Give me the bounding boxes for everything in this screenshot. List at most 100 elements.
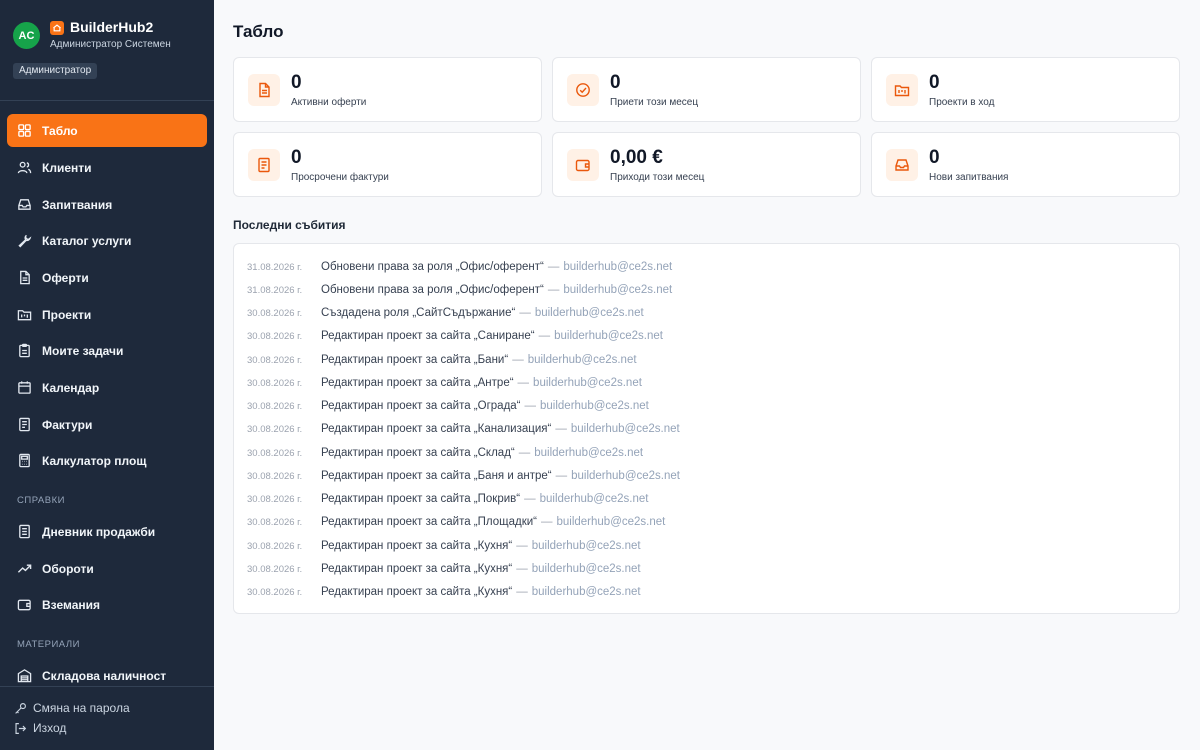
event-user: builderhub@ce2s.net <box>563 261 673 273</box>
stat-label: Приходи този месец <box>610 172 705 183</box>
stat-value: 0 <box>929 72 940 93</box>
event-date: 30.08.2026 г. <box>247 307 303 319</box>
event-text: Редактиран проект за сайта „Антре“ <box>321 377 514 389</box>
stat-value: 0 <box>929 147 940 168</box>
nav-item-dashboard[interactable]: Табло <box>7 114 207 147</box>
event-text: Редактиран проект за сайта „Склад“ <box>321 447 515 459</box>
event-row: 30.08.2026 г. Редактиран проект за сайта … <box>247 444 643 462</box>
sidebar-nav: Табло Клиенти Запитвания Каталог услуги … <box>0 100 214 686</box>
calendar-icon <box>18 381 31 394</box>
nav-label: Проекти <box>42 307 92 322</box>
event-separator: — <box>540 516 553 528</box>
event-separator: — <box>524 493 536 505</box>
event-text: Обновени права за роля „Офис/оферент“ <box>321 261 544 273</box>
event-separator: — <box>555 423 567 435</box>
user-role-subtitle: Администратор Системен <box>50 39 171 50</box>
nav-item-offers[interactable]: Оферти <box>7 261 207 294</box>
nav-label: Вземания <box>42 597 101 612</box>
event-user: builderhub@ce2s.net <box>571 470 680 482</box>
inbox-icon <box>18 199 31 210</box>
brand: AC BuilderHub2 Администратор Системен <box>12 18 202 58</box>
stat-value: 0 <box>291 147 302 168</box>
nav-item-sales-journal[interactable]: Дневник продажби <box>7 515 207 548</box>
folder-kanban-icon <box>17 310 32 321</box>
event-separator: — <box>516 563 528 575</box>
event-row: 30.08.2026 г. Редактиран проект за сайта … <box>247 327 663 345</box>
stat-label: Приети този месец <box>610 97 699 108</box>
nav-label: Табло <box>42 123 78 138</box>
event-user: builderhub@ce2s.net <box>563 284 673 296</box>
nav-item-my-tasks[interactable]: Моите задачи <box>7 334 207 367</box>
nav-label: Клиенти <box>42 160 92 175</box>
event-row: 30.08.2026 г. Редактиран проект за сайта … <box>247 420 680 438</box>
nav-section-reports: СПРАВКИ <box>17 495 65 506</box>
event-separator: — <box>517 377 530 389</box>
page-title: Табло <box>233 22 284 41</box>
event-separator: — <box>555 470 568 482</box>
event-user: builderhub@ce2s.net <box>533 377 642 389</box>
check-circle-icon <box>567 74 599 106</box>
nav-item-clients[interactable]: Клиенти <box>7 151 207 184</box>
stat-card-new-inquiries[interactable]: 0 Нови запитвания <box>871 132 1180 197</box>
stat-card-active-offers[interactable]: 0 Активни оферти <box>233 57 542 122</box>
event-date: 30.08.2026 г. <box>247 377 303 389</box>
warehouse-icon <box>17 669 32 683</box>
event-text: Редактиран проект за сайта „Кухня“ <box>321 540 513 552</box>
recent-events-list: 31.08.2026 г. Обновени права за роля „Офи… <box>233 243 1180 614</box>
event-separator: — <box>512 354 524 366</box>
event-text: Редактиран проект за сайта „Кухня“ <box>321 563 513 575</box>
builderhub-logo-icon <box>50 21 64 35</box>
nav-item-stock[interactable]: Складова наличност <box>7 659 207 686</box>
event-row: 30.08.2026 г. Редактиран проект за сайта … <box>247 351 637 369</box>
event-text: Редактиран проект за сайта „Бани“ <box>321 354 509 366</box>
event-separator: — <box>516 586 528 598</box>
invoice-icon <box>19 417 30 432</box>
dashboard-icon <box>18 124 31 137</box>
event-date: 30.08.2026 г. <box>247 470 303 482</box>
inbox-icon <box>886 149 918 181</box>
stat-card-income-this-month[interactable]: 0,00 € Приходи този месец <box>552 132 861 197</box>
sidebar: AC BuilderHub2 Администратор Системен Ад… <box>0 0 214 750</box>
logout-link[interactable]: Изход <box>14 721 66 735</box>
nav-item-inquiries[interactable]: Запитвания <box>7 188 207 221</box>
nav-item-service-catalog[interactable]: Каталог услуги <box>7 224 207 257</box>
event-user: builderhub@ce2s.net <box>570 423 680 435</box>
event-row: 30.08.2026 г. Редактиран проект за сайта … <box>247 374 642 392</box>
event-text: Редактиран проект за сайта „Саниране“ <box>321 330 535 342</box>
event-text: Редактиран проект за сайта „Баня и антре… <box>321 470 552 482</box>
nav-item-invoices[interactable]: Фактури <box>7 408 207 441</box>
nav-item-receivables[interactable]: Вземания <box>7 588 207 621</box>
wallet-icon <box>567 149 599 181</box>
role-badge: Администратор <box>13 63 98 79</box>
event-date: 30.08.2026 г. <box>247 400 303 412</box>
event-date: 30.08.2026 г. <box>247 493 303 505</box>
recent-events-title: Последни събития <box>233 218 346 232</box>
event-user: builderhub@ce2s.net <box>556 516 666 528</box>
event-text: Създадена роля „СайтСъдържание“ <box>321 307 516 319</box>
event-text: Редактиран проект за сайта „Канализация“ <box>321 423 552 435</box>
change-password-link[interactable]: Смяна на парола <box>14 701 130 715</box>
book-icon <box>19 524 30 539</box>
nav-label: Обороти <box>42 561 94 576</box>
event-date: 30.08.2026 г. <box>247 447 303 459</box>
brand-name: BuilderHub2 <box>70 19 154 35</box>
trending-up-icon <box>17 564 32 573</box>
nav-item-projects[interactable]: Проекти <box>7 298 207 331</box>
nav-label: Оферти <box>42 270 89 285</box>
stat-card-accepted-this-month[interactable]: 0 Приети този месец <box>552 57 861 122</box>
stat-card-projects-in-progress[interactable]: 0 Проекти в ход <box>871 57 1180 122</box>
stat-card-overdue-invoices[interactable]: 0 Просрочени фактури <box>233 132 542 197</box>
nav-item-turnover[interactable]: Обороти <box>7 552 207 585</box>
event-date: 30.08.2026 г. <box>247 586 303 598</box>
event-row: 30.08.2026 г. Редактиран проект за сайта … <box>247 560 641 578</box>
avatar[interactable]: AC <box>13 22 40 49</box>
event-row: 30.08.2026 г. Редактиран проект за сайта … <box>247 537 641 555</box>
key-icon <box>15 702 26 714</box>
wrench-icon <box>18 234 32 248</box>
nav-item-calendar[interactable]: Календар <box>7 371 207 404</box>
event-user: builderhub@ce2s.net <box>527 354 637 366</box>
stat-value: 0 <box>291 72 302 93</box>
users-icon <box>17 161 32 174</box>
nav-item-area-calculator[interactable]: Калкулатор площ <box>7 444 207 477</box>
nav-label: Запитвания <box>42 197 113 212</box>
